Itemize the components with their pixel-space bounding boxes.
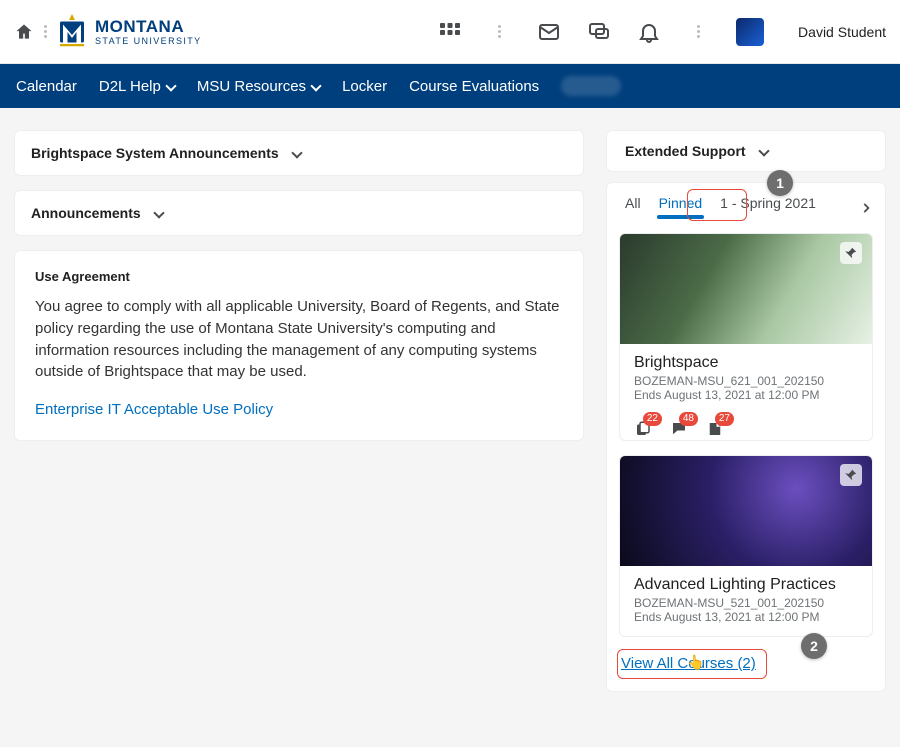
assignments-icon[interactable]: 27 (706, 420, 724, 438)
updates-icon[interactable]: 22 (634, 420, 652, 438)
use-agreement-widget: Use Agreement You agree to comply with a… (14, 250, 584, 441)
chat-icon[interactable] (587, 20, 611, 44)
waffle-icon[interactable] (438, 20, 462, 44)
widget-title: Brightspace System Announcements (31, 145, 279, 161)
top-header: MONTANA STATE UNIVERSITY David Student (0, 0, 900, 64)
drag-handle-icon (44, 25, 47, 38)
avatar[interactable] (736, 18, 764, 46)
course-code: BOZEMAN-MSU_521_001_202150 (634, 596, 858, 610)
tab-term[interactable]: 1 - Spring 2021 (720, 195, 816, 217)
bell-icon[interactable] (637, 20, 661, 44)
topbar-icon-group: David Student (438, 18, 886, 46)
course-title: Advanced Lighting Practices (634, 576, 858, 594)
user-name[interactable]: David Student (798, 24, 886, 40)
system-announcements-widget: Brightspace System Announcements (14, 130, 584, 176)
badge-count: 48 (679, 412, 698, 426)
nav-d2l-help[interactable]: D2L Help (99, 78, 175, 95)
cursor-icon: 👆 (687, 654, 704, 671)
nav-extra-blurred (561, 76, 621, 96)
chevron-right-icon[interactable] (855, 197, 877, 219)
course-image (620, 456, 872, 566)
brand-logo[interactable]: MONTANA STATE UNIVERSITY (57, 13, 202, 51)
tab-all[interactable]: All (625, 195, 641, 217)
course-tabs: All Pinned 1 - Spring 2021 (607, 183, 885, 227)
use-agreement-title: Use Agreement (35, 269, 563, 284)
home-icon[interactable] (14, 22, 34, 42)
nav-msu-resources[interactable]: MSU Resources (197, 78, 320, 95)
chevron-down-icon[interactable] (758, 145, 769, 156)
pin-icon[interactable] (840, 242, 862, 264)
brand-subtitle: STATE UNIVERSITY (95, 37, 202, 46)
nav-locker[interactable]: Locker (342, 78, 387, 95)
course-end: Ends August 13, 2021 at 12:00 PM (634, 388, 858, 402)
course-tile[interactable]: Advanced Lighting Practices BOZEMAN-MSU_… (619, 455, 873, 637)
tab-pinned[interactable]: Pinned (659, 195, 703, 217)
widget-title: Announcements (31, 205, 141, 221)
nav-evaluations[interactable]: Course Evaluations (409, 78, 539, 95)
badge-count: 22 (643, 412, 662, 426)
chevron-down-icon[interactable] (291, 147, 302, 158)
widget-title: Extended Support (625, 143, 746, 159)
course-image (620, 234, 872, 344)
drag-handle-icon (498, 25, 501, 38)
use-agreement-link[interactable]: Enterprise IT Acceptable Use Policy (35, 401, 563, 418)
annotation-marker-2: 2 (801, 633, 827, 659)
badge-count: 27 (715, 412, 734, 426)
my-courses-widget: 1 All Pinned 1 - Spring 2021 Brights (606, 182, 886, 692)
course-title: Brightspace (634, 354, 858, 372)
extended-support-widget: Extended Support (606, 130, 886, 172)
annotation-marker-1: 1 (767, 170, 793, 196)
pin-icon[interactable] (840, 464, 862, 486)
course-end: Ends August 13, 2021 at 12:00 PM (634, 610, 858, 624)
drag-handle-icon (697, 25, 700, 38)
brand-name: MONTANA (95, 18, 202, 35)
discussions-icon[interactable]: 48 (670, 420, 688, 438)
announcements-widget: Announcements (14, 190, 584, 236)
chevron-down-icon[interactable] (153, 207, 164, 218)
nav-calendar[interactable]: Calendar (16, 78, 77, 95)
use-agreement-body: You agree to comply with all applicable … (35, 296, 563, 383)
chevron-down-icon (310, 80, 321, 91)
course-tile[interactable]: Brightspace BOZEMAN-MSU_621_001_202150 E… (619, 233, 873, 441)
chevron-down-icon (165, 80, 176, 91)
course-code: BOZEMAN-MSU_621_001_202150 (634, 374, 858, 388)
mail-icon[interactable] (537, 20, 561, 44)
nav-bar: Calendar D2L Help MSU Resources Locker C… (0, 64, 900, 108)
